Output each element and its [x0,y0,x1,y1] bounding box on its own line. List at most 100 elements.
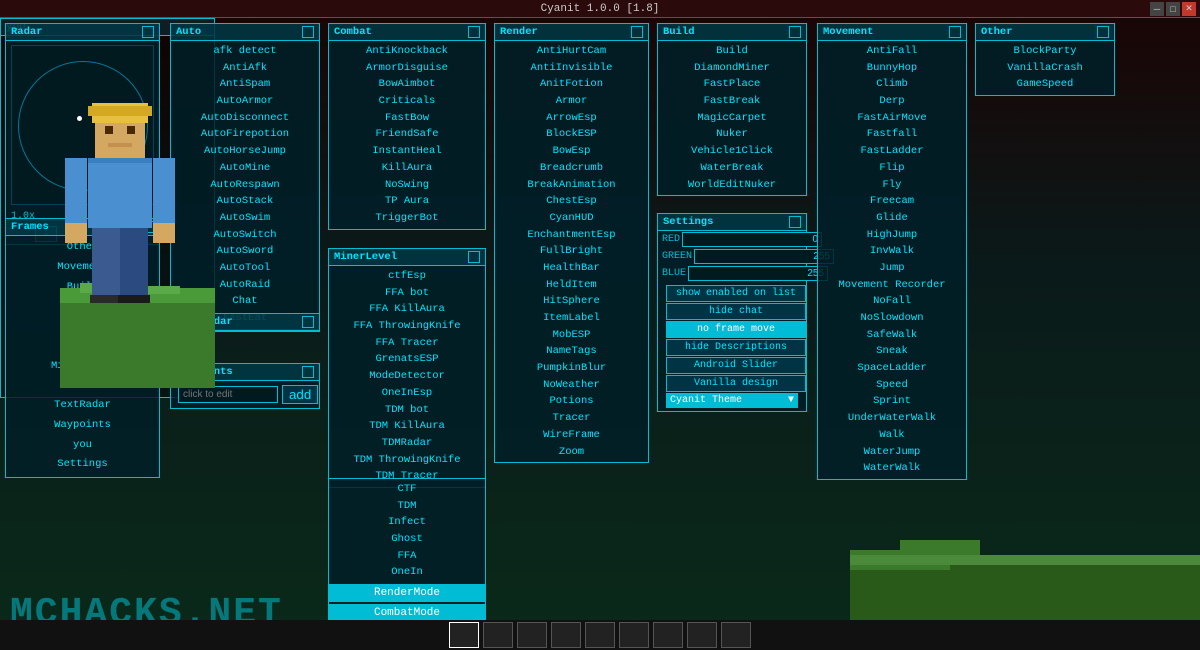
render-item[interactable]: Armor [495,93,648,110]
combat-item[interactable]: InstantHeal [329,143,485,160]
render-item[interactable]: HeldItem [495,277,648,294]
taskbar-slot[interactable] [653,622,683,648]
frames-item[interactable]: you [6,436,159,456]
movement-item[interactable]: Jump [818,260,966,277]
movement-item[interactable]: BunnyHop [818,60,966,77]
render-item[interactable]: PumpkinBlur [495,360,648,377]
vanilla-design-button[interactable]: Vanilla design [666,375,806,392]
minerlevel-item[interactable]: OneInEsp [329,385,485,402]
minimize-button[interactable]: ─ [1150,2,1164,16]
taskbar-slot[interactable] [449,622,479,648]
hide-desc-button[interactable]: hide Descriptions [666,339,806,356]
render-item[interactable]: AntiInvisible [495,60,648,77]
minerlevel-checkbox[interactable] [468,251,480,263]
render-item[interactable]: NameTags [495,343,648,360]
render-item[interactable]: FullBright [495,243,648,260]
build-item[interactable]: Nuker [658,126,806,143]
movement-item[interactable]: SpaceLadder [818,360,966,377]
movement-item[interactable]: WaterWalk [818,460,966,477]
render-item[interactable]: Zoom [495,444,648,461]
minerlevel-item[interactable]: FFA Tracer [329,335,485,352]
combat-checkbox[interactable] [468,26,480,38]
taskbar-slot[interactable] [483,622,513,648]
other-checkbox[interactable] [1097,26,1109,38]
taskbar-slot[interactable] [687,622,717,648]
combatmode-item[interactable]: OneIn [329,564,485,581]
frames-item[interactable]: Waypoints [6,416,159,436]
combatmode-item[interactable]: FFA [329,548,485,565]
movement-item[interactable]: Climb [818,76,966,93]
movement-item[interactable]: Freecam [818,193,966,210]
build-item[interactable]: WorldEditNuker [658,177,806,194]
render-item[interactable]: MobESP [495,327,648,344]
minerlevel-item[interactable]: TDMRadar [329,435,485,452]
movement-item[interactable]: Derp [818,93,966,110]
red-input[interactable] [682,232,822,247]
waypoints-add-button[interactable]: add [282,385,318,404]
render-item[interactable]: EnchantmentEsp [495,227,648,244]
taskbar-slot[interactable] [721,622,751,648]
movement-item[interactable]: SafeWalk [818,327,966,344]
movement-item[interactable]: Fly [818,177,966,194]
movement-item[interactable]: Fastfall [818,126,966,143]
minerlevel-item[interactable]: TDM KillAura [329,418,485,435]
render-item[interactable]: BowEsp [495,143,648,160]
taskbar-slot[interactable] [585,622,615,648]
movement-item[interactable]: FastLadder [818,143,966,160]
blue-input[interactable] [688,266,828,281]
combatmode-item[interactable]: Ghost [329,531,485,548]
android-slider-button[interactable]: Android Slider [666,357,806,374]
movement-item[interactable]: Sprint [818,393,966,410]
render-item[interactable]: WireFrame [495,427,648,444]
movement-item[interactable]: FastAirMove [818,110,966,127]
rendermode-button[interactable]: RenderMode [329,584,485,602]
combat-item[interactable]: FriendSafe [329,126,485,143]
render-item[interactable]: BlockESP [495,126,648,143]
combat-item[interactable]: TriggerBot [329,210,485,227]
minerlevel-item[interactable]: FFA bot [329,285,485,302]
render-checkbox[interactable] [631,26,643,38]
taskbar-slot[interactable] [517,622,547,648]
maximize-button[interactable]: □ [1166,2,1180,16]
movement-item[interactable]: Walk [818,427,966,444]
combat-item[interactable]: ArmorDisguise [329,60,485,77]
combatmode-item[interactable]: CTF [329,481,485,498]
combat-item[interactable]: AntiKnockback [329,43,485,60]
minerlevel-item[interactable]: GrenatsESP [329,351,485,368]
other-item[interactable]: BlockParty [976,43,1114,60]
build-item[interactable]: DiamondMiner [658,60,806,77]
movement-item[interactable]: Speed [818,377,966,394]
other-item[interactable]: VanillaCrash [976,60,1114,77]
combat-item[interactable]: Criticals [329,93,485,110]
render-item[interactable]: Breadcrumb [495,160,648,177]
build-item[interactable]: WaterBreak [658,160,806,177]
movement-item[interactable]: InvWalk [818,243,966,260]
minerlevel-item[interactable]: TDM ThrowingKnife [329,452,485,469]
movement-checkbox[interactable] [949,26,961,38]
waypoints-checkbox[interactable] [302,366,314,378]
movement-item[interactable]: NoFall [818,293,966,310]
render-item[interactable]: ChestEsp [495,193,648,210]
build-item[interactable]: MagicCarpet [658,110,806,127]
movement-item[interactable]: UnderWaterWalk [818,410,966,427]
render-item[interactable]: BreakAnimation [495,177,648,194]
combat-item[interactable]: FastBow [329,110,485,127]
render-item[interactable]: ArrowEsp [495,110,648,127]
render-item[interactable]: Tracer [495,410,648,427]
waypoints-input[interactable] [178,386,278,403]
movement-item[interactable]: Sneak [818,343,966,360]
render-item[interactable]: AntiHurtCam [495,43,648,60]
combat-item[interactable]: TP Aura [329,193,485,210]
taskbar-slot[interactable] [619,622,649,648]
render-item[interactable]: HealthBar [495,260,648,277]
taskbar-slot[interactable] [551,622,581,648]
render-item[interactable]: Potions [495,393,648,410]
auto-checkbox[interactable] [302,26,314,38]
movement-item[interactable]: HighJump [818,227,966,244]
movement-item[interactable]: Flip [818,160,966,177]
combat-item[interactable]: KillAura [329,160,485,177]
textradar-checkbox[interactable] [302,316,314,328]
movement-item[interactable]: Glide [818,210,966,227]
cyanit-theme-dropdown[interactable]: Cyanit Theme ▼ [666,393,798,408]
hide-chat-button[interactable]: hide chat [666,303,806,320]
